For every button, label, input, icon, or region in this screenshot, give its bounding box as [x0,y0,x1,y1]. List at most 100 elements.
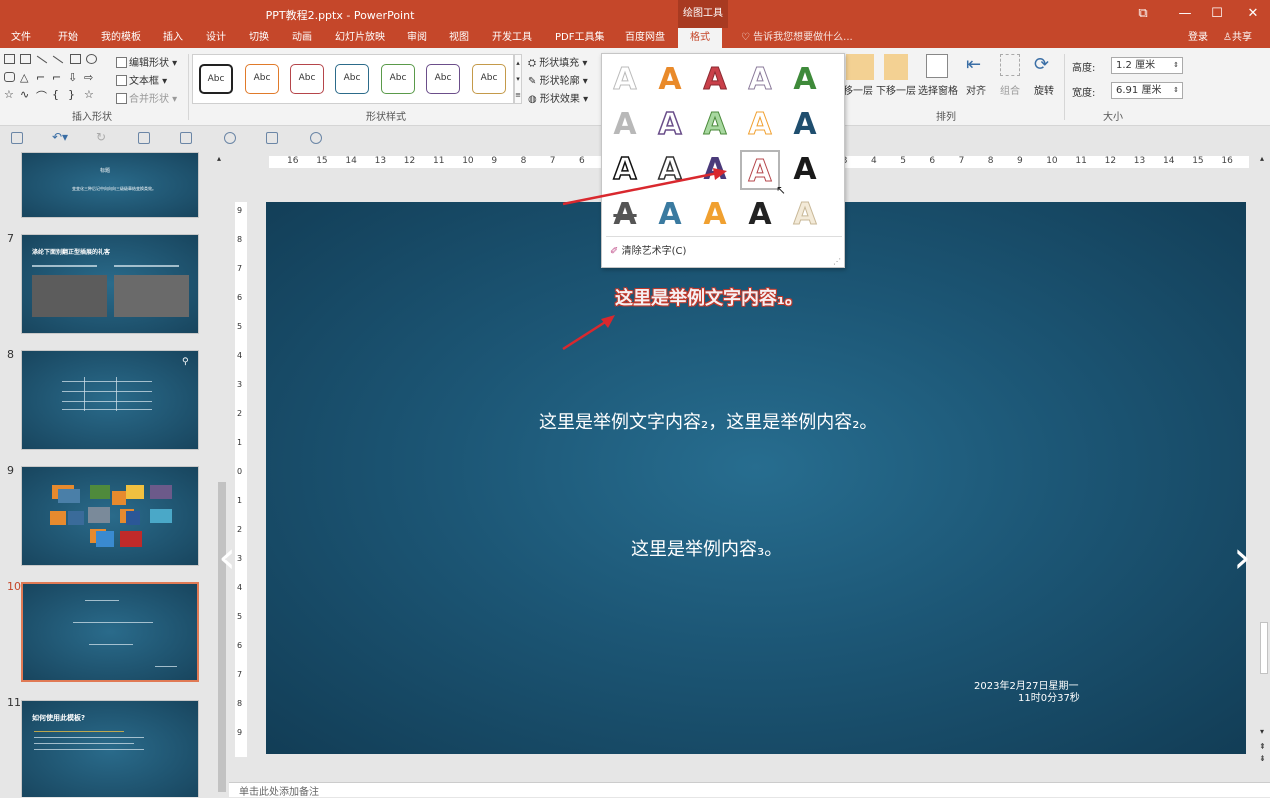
resize-grip-icon[interactable]: ⋰ [833,257,841,266]
login-link[interactable]: 登录 [1185,30,1211,46]
tab-baidu-netdisk[interactable]: 百度网盘 [622,30,668,46]
wordart-style-option[interactable]: A [785,60,825,100]
slide-time[interactable]: 11时0分37秒 [1018,689,1080,704]
curved-connector-icon[interactable]: ⌐ [52,71,61,84]
wordart-style-option[interactable]: A [740,195,780,235]
scroll-up-icon[interactable]: ▴ [217,154,221,163]
shape-icon[interactable] [224,132,236,144]
textbox-button[interactable]: 文本框 ▾ [116,72,167,87]
triangle-shape-icon[interactable]: △ [20,71,28,84]
prev-slide-icon[interactable]: ⇞ [1259,742,1266,751]
wordart-style-option[interactable]: A [605,105,645,145]
style-option-7[interactable]: Abc [472,64,506,94]
wordart-style-option[interactable]: A [695,60,735,100]
rotate-button[interactable]: 旋转 [1034,82,1054,97]
shape-outline-button[interactable]: ✎ 形状轮廓 ▾ [528,72,588,87]
redo-icon[interactable]: ↻ [96,130,106,144]
scrollbar-thumb[interactable] [1260,622,1268,674]
style-option-1[interactable]: Abc [199,64,233,94]
wordart-style-option[interactable]: A [785,195,825,235]
scrollbar-thumb[interactable] [218,482,226,792]
edit-shape-button[interactable]: 编辑形状 ▾ [116,54,177,69]
tab-format[interactable]: 格式 [678,28,722,48]
wordart-style-option[interactable]: A [605,60,645,100]
scroll-down-icon[interactable]: ▾ [1260,727,1264,736]
undo-icon[interactable]: ↶▾ [52,130,68,144]
scribble-icon[interactable]: ∿ [20,88,29,101]
tab-pdf-tools[interactable]: PDF工具集 [552,30,607,46]
arrow-shape-icon[interactable] [52,55,64,64]
shape-fill-button[interactable]: ⛭ 形状填充 ▾ [528,54,587,69]
selection-pane-button[interactable]: 选择窗格 [918,82,958,97]
wordart-style-option[interactable]: A [740,105,780,145]
brace-icon[interactable]: { [52,88,59,101]
style-gallery-scroll[interactable]: ▴ ▾ ≡ [514,54,522,104]
width-input[interactable]: 6.91 厘米 ⇕ [1111,82,1183,99]
editor-scrollbar[interactable]: ▴ ▾ ⇞ ⇟ [1258,152,1270,767]
tell-me-box[interactable]: ♡ 告诉我您想要做什么... [738,30,856,46]
style-option-3[interactable]: Abc [290,64,324,94]
curve-arrow-icon[interactable]: ⇩ [68,71,77,84]
wordart-style-option[interactable]: A [650,60,690,100]
textbox-shape-icon[interactable] [4,54,15,64]
tab-review[interactable]: 审阅 [404,30,430,46]
new-slide-icon[interactable] [138,132,150,144]
slide-thumbnail[interactable]: 涤纶下面别翻正型插展的礼客 [21,234,199,334]
wordart-style-option[interactable]: A [785,105,825,145]
save-icon[interactable] [11,132,23,144]
height-input[interactable]: 1.2 厘米 ⇕ [1111,57,1183,74]
line-shape-icon[interactable] [36,55,48,64]
wordart-style-option[interactable]: A [740,150,780,190]
next-slide-arrow-icon[interactable]: › [1226,536,1258,580]
slide-text-3[interactable]: 这里是举例内容₃。 [631,535,782,561]
scroll-up-icon[interactable]: ▴ [1260,154,1264,163]
slide-thumbnail[interactable]: 如何使用此模板? [21,700,199,797]
slide-thumbnail[interactable]: ⚲ [21,350,199,450]
tab-insert[interactable]: 插入 [160,30,186,46]
wordart-style-option[interactable]: A [650,105,690,145]
slide-text-2[interactable]: 这里是举例文字内容₂，这里是举例内容₂。 [539,408,877,434]
wordart-style-option[interactable]: A [785,150,825,190]
star-shape-icon[interactable]: ☆ [4,88,14,101]
tab-slideshow[interactable]: 幻灯片放映 [332,30,388,46]
style-option-6[interactable]: Abc [426,64,460,94]
tab-file[interactable]: 文件 [8,30,34,46]
tab-home[interactable]: 开始 [55,30,81,46]
brace-right-icon[interactable]: } [68,88,75,101]
arc-icon[interactable]: ⌒ [36,88,47,104]
spin-arrows-icon[interactable]: ⇕ [1173,83,1179,98]
slide-thumbnail-active[interactable] [21,582,199,682]
wordart-style-option[interactable]: A [740,60,780,100]
style-option-5[interactable]: Abc [381,64,415,94]
share-button[interactable]: ♙共享 [1220,30,1255,46]
ribbon-display-icon[interactable]: ⧉ [1128,4,1158,24]
tab-design[interactable]: 设计 [203,30,229,46]
close-button[interactable]: ✕ [1238,4,1268,24]
shape-effect-button[interactable]: ◍ 形状效果 ▾ [528,90,588,105]
slide-thumbnail[interactable]: 标题 变变化三种后记中向向向三级级章结变换类效。 [21,152,199,218]
tab-animations[interactable]: 动画 [289,30,315,46]
slide-canvas[interactable]: 这里是举例文字内容₁。 这里是举例文字内容₂，这里是举例内容₂。 这里是举例内容… [266,202,1246,754]
rectangle-shape-icon[interactable] [70,54,81,64]
rounded-rect-icon[interactable] [4,72,15,82]
maximize-button[interactable]: ☐ [1202,4,1232,24]
elbow-connector-icon[interactable]: ⌐ [36,71,45,84]
style-option-4[interactable]: Abc [335,64,369,94]
shapes-gallery[interactable]: △ ⌐ ⌐ ⇩ ⇨ ☆ ∿ ⌒ { } ☆ [4,54,104,104]
group-button[interactable]: 组合 [1000,82,1020,97]
more-shapes-icon[interactable]: ☆ [84,88,94,101]
freeform-icon[interactable]: ⇨ [84,71,93,84]
minimize-button[interactable]: — [1170,4,1200,24]
zoom-icon[interactable] [310,132,322,144]
thumbnail-scrollbar[interactable]: ▴ [215,152,229,797]
merge-shapes-button[interactable]: 合并形状 ▾ [116,90,177,105]
next-slide-icon[interactable]: ⇟ [1259,754,1266,763]
slide-thumbnail[interactable] [21,466,199,566]
present-icon[interactable] [266,132,278,144]
tab-developer[interactable]: 开发工具 [489,30,535,46]
picture-icon[interactable] [180,132,192,144]
tab-view[interactable]: 视图 [446,30,472,46]
oval-shape-icon[interactable] [86,54,97,64]
previous-slide-arrow-icon[interactable]: ‹ [211,536,243,580]
bring-forward-button[interactable]: 移一层 [843,82,873,97]
